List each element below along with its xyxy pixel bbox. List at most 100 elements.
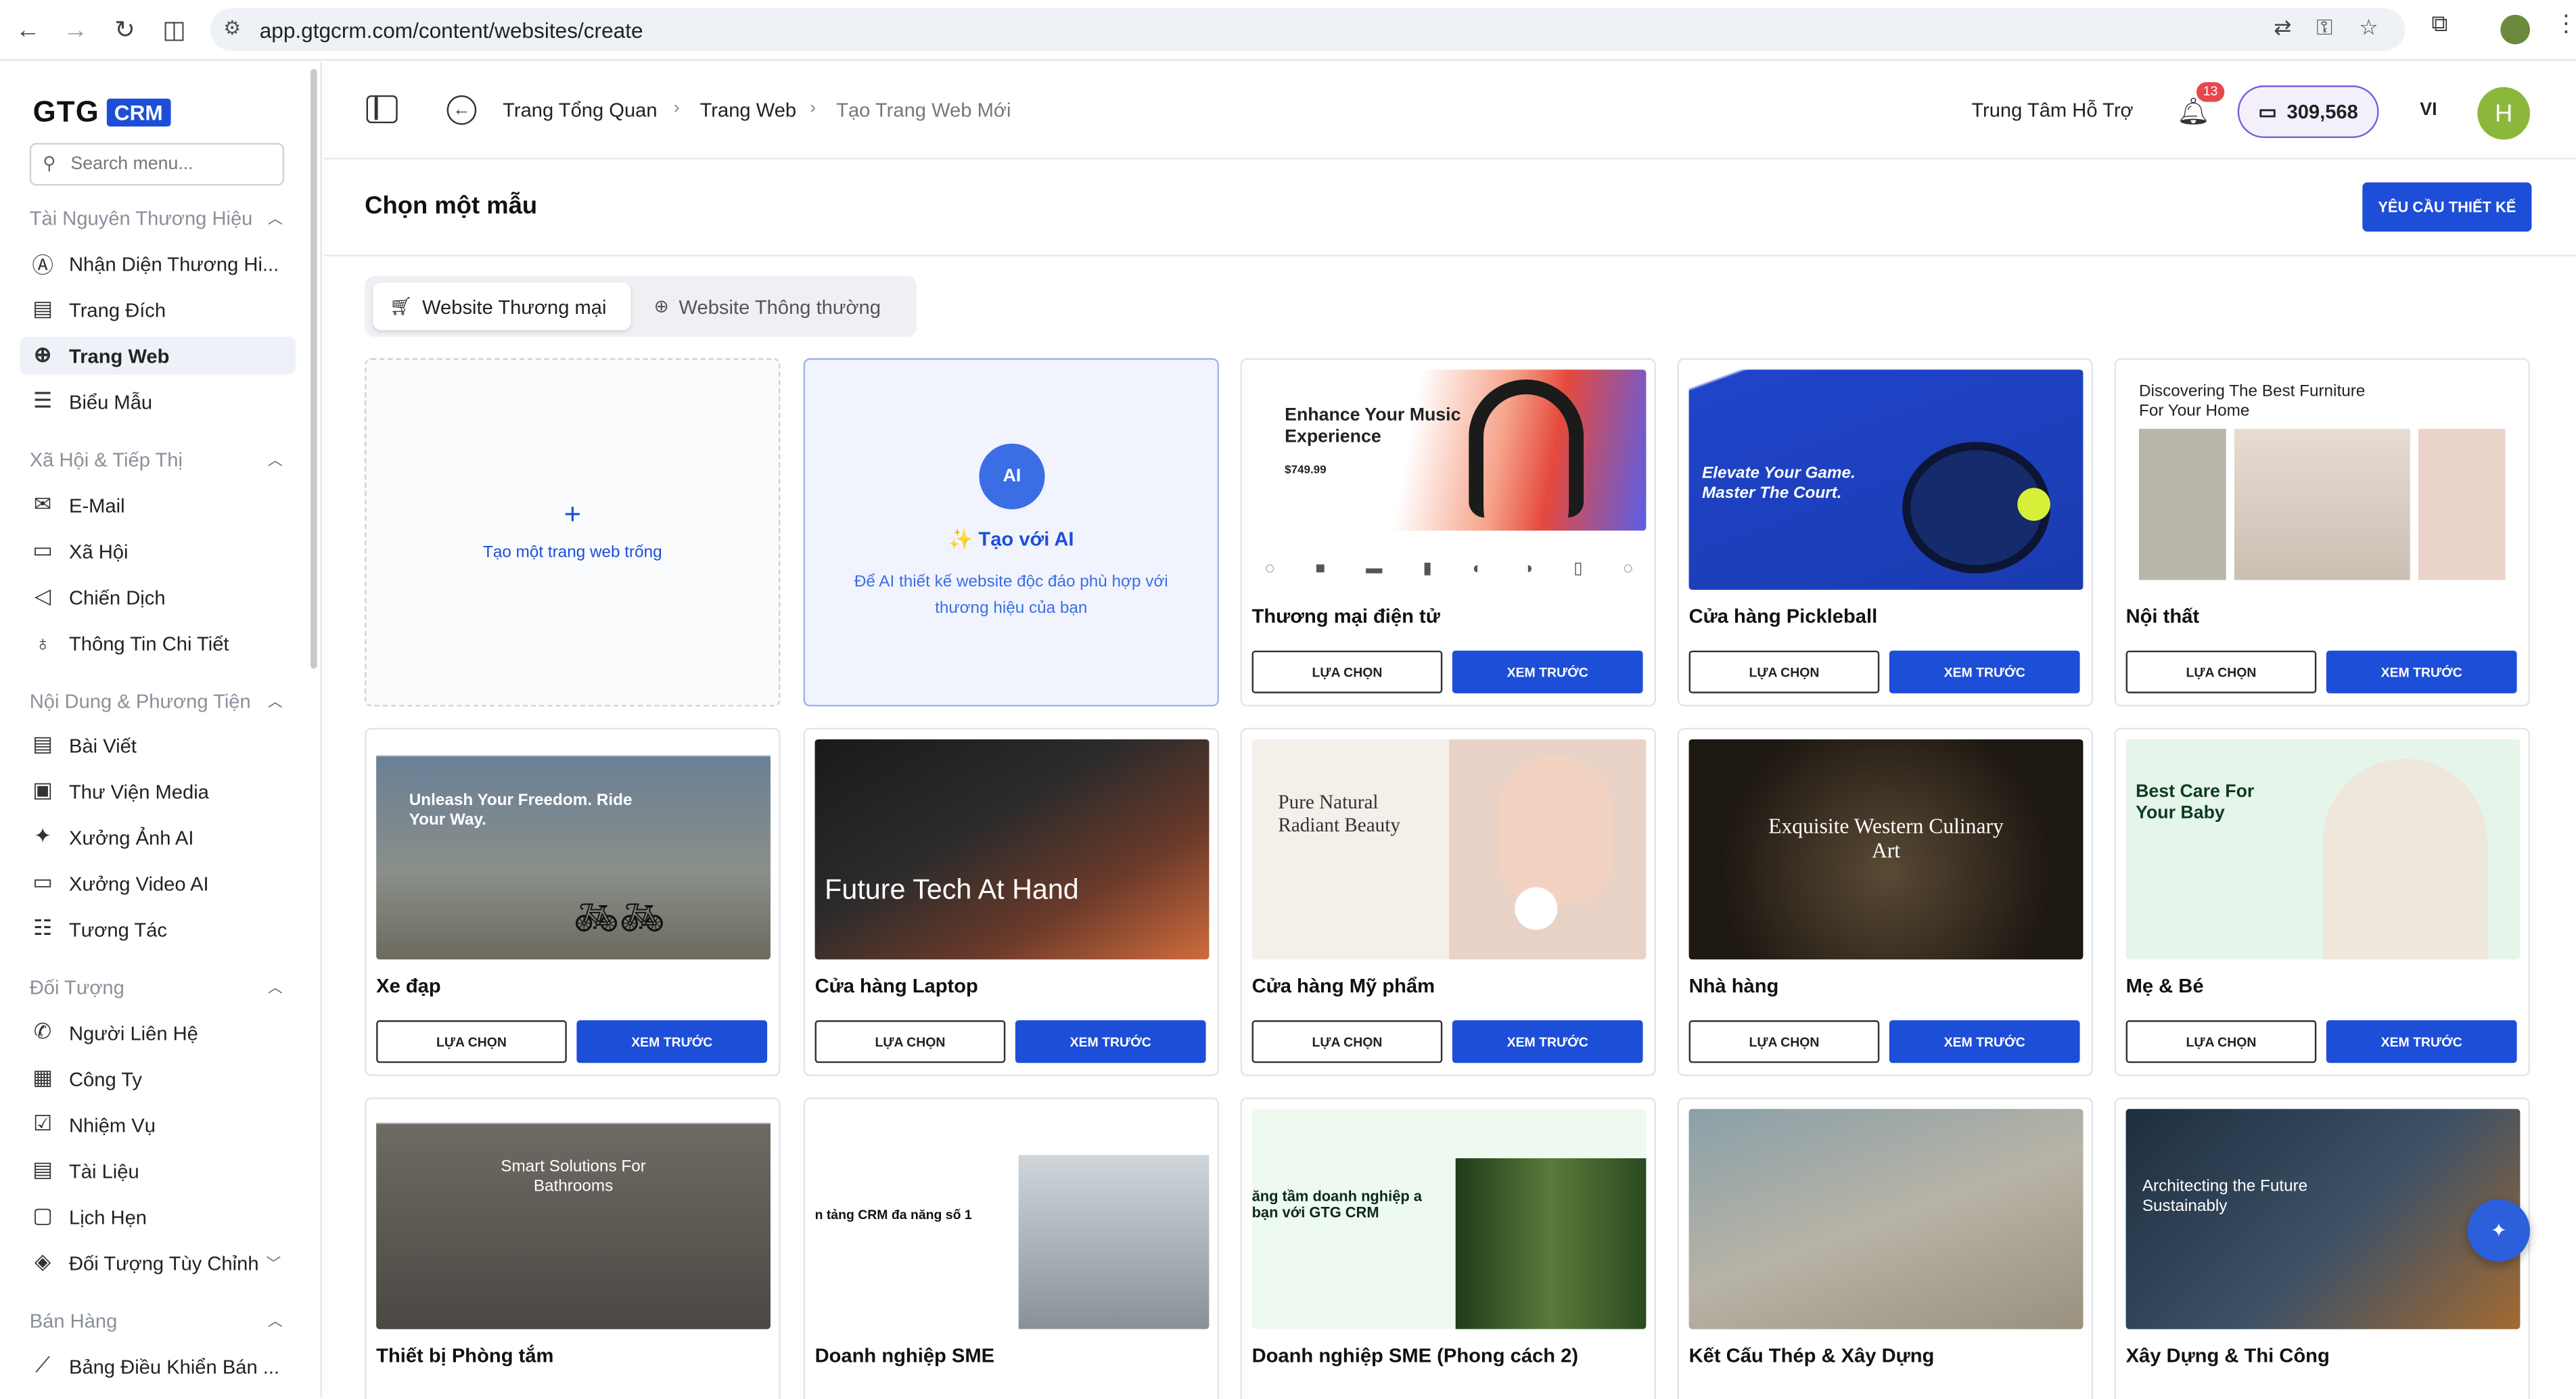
avatar[interactable]: H [2477, 87, 2530, 140]
template-name: Doanh nghiệp SME (Phong cách 2) [1251, 1344, 1579, 1367]
sidebar-item-engagement[interactable]: ☷ Tương Tác [20, 910, 296, 948]
section-brand-resources[interactable]: Tài Nguyên Thương Hiệu ︿ [30, 207, 293, 230]
section-sales[interactable]: Bán Hàng ︿ [30, 1310, 293, 1333]
preview-button[interactable]: XEM TRƯỚC [1015, 1020, 1206, 1063]
sidebar-item-brand-identity[interactable]: Ⓐ Nhận Diện Thương Hi... [20, 245, 296, 283]
sidebar-item-media-library[interactable]: ▣ Thư Viện Media [20, 772, 296, 810]
forward-arrow-icon[interactable]: → [51, 5, 100, 54]
template-thumbnail[interactable]: Best Care For Your Baby [2125, 739, 2521, 960]
support-center-link[interactable]: Trung Tâm Hỗ Trợ [1971, 99, 2133, 122]
chevron-up-icon: ︿ [267, 210, 283, 227]
preview-button[interactable]: XEM TRƯỚC [2326, 1020, 2517, 1063]
address-bar[interactable]: ⚙ app.gtgcrm.com/content/websites/create… [210, 8, 2406, 51]
ai-assistant-fab-icon[interactable]: ✦ [2467, 1199, 2530, 1262]
template-thumbnail[interactable] [1688, 1109, 2084, 1329]
thumbnail-hero-text: Pure Natural Radiant Beauty [1278, 790, 1400, 836]
section-objects[interactable]: Đối Tượng ︿ [30, 976, 293, 999]
template-thumbnail[interactable]: Elevate Your Game. Master The Court. [1688, 369, 2084, 590]
preview-button[interactable]: XEM TRƯỚC [1452, 650, 1643, 693]
template-card: Best Care For Your Baby Mẹ & Bé LỰA CHỌN… [2114, 727, 2530, 1076]
select-button[interactable]: LỰA CHỌN [1688, 1020, 1880, 1063]
sidebar-item-ai-video[interactable]: ▭ Xưởng Video AI [20, 864, 296, 902]
select-button[interactable]: LỰA CHỌN [1688, 650, 1880, 693]
template-thumbnail[interactable]: Enhance Your Music Experience $749.99 [1251, 369, 1647, 531]
template-thumbnail[interactable]: Pure Natural Radiant Beauty [1251, 739, 1647, 960]
mother-baby-image [2322, 758, 2487, 960]
select-button[interactable]: LỰA CHỌN [814, 1020, 1006, 1063]
request-design-button[interactable]: YÊU CẦU THIẾT KẾ [2362, 182, 2532, 232]
template-thumbnail[interactable]: Exquisite Western Culinary Art [1688, 739, 2084, 960]
sidebar-item-forms[interactable]: ☰ Biểu Mẫu [20, 383, 296, 421]
template-thumbnail[interactable]: Smart Solutions For Bathrooms [376, 1109, 770, 1329]
logo[interactable]: GTG CRM [33, 95, 171, 130]
chevron-up-icon: ︿ [267, 451, 283, 469]
sidebar-item-tasks[interactable]: ☑ Nhiệm Vụ [20, 1105, 296, 1143]
bookmark-star-icon[interactable]: ☆ [2359, 15, 2378, 41]
preview-button[interactable]: XEM TRƯỚC [576, 1020, 768, 1063]
tab-commercial-website[interactable]: 🛒︎ Website Thương mại [373, 282, 631, 331]
reload-icon[interactable]: ↻ [100, 5, 150, 54]
sidebar-item-appointments[interactable]: ▢ Lịch Hẹn [20, 1197, 296, 1235]
language-switch[interactable]: VI [2420, 100, 2437, 120]
preview-button[interactable]: XEM TRƯỚC [1889, 1020, 2080, 1063]
template-name: Nội thất [2125, 604, 2200, 628]
bicycle-icon: 🚲︎🚲︎ [573, 896, 666, 938]
sidebar-item-social[interactable]: ▭ Xã Hội [20, 532, 296, 570]
select-button[interactable]: LỰA CHỌN [376, 1020, 567, 1063]
section-social-marketing[interactable]: Xã Hội & Tiếp Thị ︿ [30, 449, 293, 472]
extensions-icon[interactable]: ⧉ [2431, 10, 2447, 38]
select-button[interactable]: LỰA CHỌN [2125, 650, 2317, 693]
template-name: Doanh nghiệp SME [814, 1344, 995, 1367]
section-content-media[interactable]: Nội Dung & Phương Tiện ︿ [30, 690, 293, 713]
sidebar-toggle-icon[interactable] [366, 95, 398, 124]
template-thumbnail[interactable]: n tảng CRM đa năng số 1 [814, 1109, 1210, 1329]
sidebar-item-sales-dashboard[interactable]: ⟋ Bảng Điều Khiển Bán ... [20, 1347, 296, 1385]
template-thumbnail[interactable]: Future Tech At Hand [814, 739, 1210, 960]
lamp-image [2418, 428, 2506, 580]
template-card: Future Tech At Hand Cửa hàng Laptop LỰA … [803, 727, 1219, 1076]
sidebar-item-website[interactable]: ⊕ Trang Web [20, 336, 296, 375]
sidebar-item-label: Lịch Hẹn [68, 1205, 147, 1229]
sidebar-item-email[interactable]: ✉ E-Mail [20, 486, 296, 524]
template-name: Nhà hàng [1688, 974, 1779, 998]
sidebar-item-companies[interactable]: ▦ Công Ty [20, 1059, 296, 1097]
sidebar-icon[interactable]: ◫ [150, 5, 199, 54]
sidebar-scrollbar[interactable] [310, 68, 317, 669]
key-icon[interactable]: ⚿ [2316, 15, 2332, 41]
breadcrumb-dashboard[interactable]: Trang Tổng Quan [503, 99, 657, 122]
ai-create-card[interactable]: AI ✨ Tạo với AI Để AI thiết kế website đ… [803, 358, 1219, 707]
preview-button[interactable]: XEM TRƯỚC [1452, 1020, 1643, 1063]
back-circle-icon[interactable]: ← [446, 95, 477, 125]
sidebar-item-posts[interactable]: ▤ Bài Viết [20, 726, 296, 764]
browser-menu-icon[interactable]: ⋮ [2554, 10, 2576, 38]
select-button[interactable]: LỰA CHỌN [1251, 650, 1443, 693]
preview-button[interactable]: XEM TRƯỚC [2326, 650, 2517, 693]
sidebar-item-ai-image[interactable]: ✦ Xưởng Ảnh AI [20, 818, 296, 856]
tab-regular-website[interactable]: ⊕ Website Thông thường [637, 283, 908, 330]
template-thumbnail[interactable]: Unleash Your Freedom. Ride Your Way. 🚲︎🚲… [376, 739, 770, 960]
sidebar-item-insights[interactable]: ♁ Thông Tin Chi Tiết [20, 624, 296, 662]
globe-icon: ⊕ [653, 297, 669, 317]
template-name: Xây Dựng & Thi Công [2125, 1344, 2330, 1367]
sidebar-item-contacts[interactable]: ✆ Người Liên Hệ [20, 1013, 296, 1051]
sidebar-item-campaigns[interactable]: ◁ Chiến Dịch [20, 578, 296, 616]
sidebar-item-landing-page[interactable]: ▤ Trang Đích [20, 291, 296, 329]
credits-button[interactable]: ▭ 309,568 [2237, 85, 2379, 138]
back-arrow-icon[interactable]: ← [3, 5, 53, 54]
site-info-icon[interactable]: ⚙ [223, 16, 241, 39]
template-thumbnail[interactable]: Discovering The Best Furniture For Your … [2125, 369, 2521, 590]
breadcrumb-websites[interactable]: Trang Web [700, 99, 797, 122]
select-button[interactable]: LỰA CHỌN [1251, 1020, 1443, 1063]
template-thumbnail[interactable]: Architecting the Future Sustainably [2125, 1109, 2521, 1329]
blank-website-card[interactable]: + Tạo một trang web trống [365, 358, 781, 707]
search-input[interactable]: ⚲ Search menu... [29, 143, 285, 186]
sidebar-item-label: Thông Tin Chi Tiết [68, 631, 229, 655]
sidebar-item-documents[interactable]: ▤ Tài Liệu [20, 1151, 296, 1189]
translate-icon[interactable]: ⇄ [2274, 15, 2291, 41]
sidebar-item-custom-objects[interactable]: ◈ Đối Tượng Tùy Chỉnh ﹀ [20, 1243, 296, 1281]
template-thumbnail[interactable]: ăng tầm doanh nghiệp a bạn với GTG CRM [1251, 1109, 1647, 1329]
browser-profile-avatar[interactable] [2500, 14, 2530, 45]
logo-text: GTG [32, 95, 99, 129]
select-button[interactable]: LỰA CHỌN [2125, 1020, 2317, 1063]
preview-button[interactable]: XEM TRƯỚC [1889, 650, 2080, 693]
